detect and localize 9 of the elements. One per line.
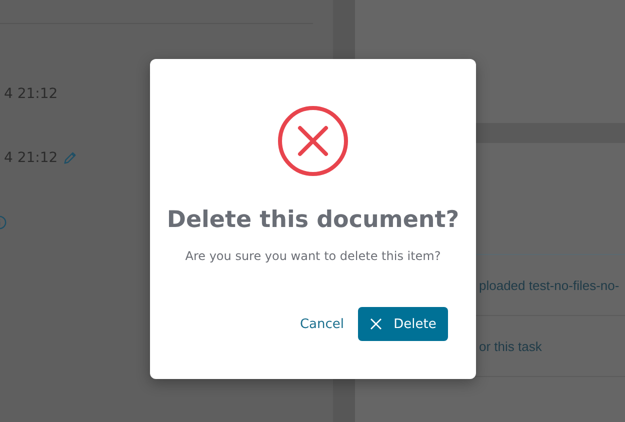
activity-text: ploaded test-no-files-no- xyxy=(479,278,620,292)
x-icon xyxy=(370,318,382,330)
activity-text: or this task xyxy=(479,338,542,354)
error-icon xyxy=(277,105,349,177)
cancel-button[interactable]: Cancel xyxy=(300,312,344,336)
dialog-title: Delete this document? xyxy=(166,207,460,233)
pencil-icon[interactable] xyxy=(62,150,77,166)
dialog-message: Are you sure you want to delete this item? xyxy=(185,249,441,263)
delete-button[interactable]: Delete xyxy=(358,307,448,341)
